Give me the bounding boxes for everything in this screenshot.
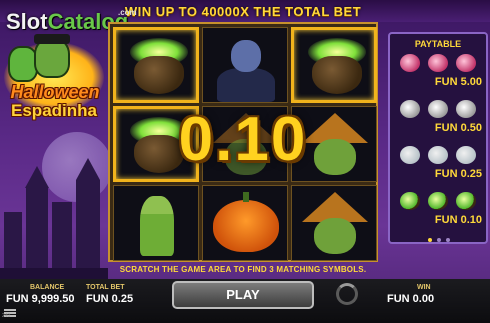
page-dot[interactable] [437, 238, 441, 242]
cauldron-icon [134, 56, 184, 94]
cauldron-icon [400, 192, 420, 210]
total-bet-label: TOTAL BET [86, 284, 125, 291]
page-dot[interactable] [446, 238, 450, 242]
cauldron-icon [456, 192, 476, 210]
win-label: WIN [417, 284, 431, 291]
play-button[interactable]: PLAY [172, 281, 314, 309]
watermark-slot: Slot [6, 9, 48, 34]
castle-icon [0, 158, 108, 280]
pink-creature-icon [428, 54, 448, 72]
balance-label: BALANCE [30, 284, 65, 291]
cauldron-icon [428, 192, 448, 210]
scratch-cell-witch[interactable] [291, 185, 377, 261]
paytable-value: FUN 0.25 [434, 168, 482, 180]
paytable-title: PAYTABLE [414, 39, 462, 49]
logo-title-line1: Halloween [10, 82, 100, 102]
candle-icon [400, 100, 420, 118]
cauldron-icon [312, 56, 362, 94]
game-id: 240 [2, 313, 11, 319]
bottom-bar: BALANCE FUN 9,999.50 TOTAL BET FUN 0.25 … [0, 279, 490, 323]
paytable-page-indicator[interactable] [428, 238, 452, 242]
prize-amount: 0.10 [178, 105, 308, 174]
balance-value: FUN 9,999.50 [6, 293, 75, 305]
paytable-row: FUN 0.50 [390, 98, 486, 144]
game-logo-art: Halloween Espadinha [0, 22, 108, 280]
paytable-row: FUN 0.25 [390, 144, 486, 190]
total-bet-value[interactable]: FUN 0.25 [86, 293, 133, 305]
pink-creature-icon [400, 54, 420, 72]
candle-icon [428, 100, 448, 118]
paytable-value: FUN 0.10 [434, 214, 482, 226]
ghost-icon [428, 146, 448, 164]
paytable-value: FUN 0.50 [434, 122, 482, 134]
candle-icon [456, 100, 476, 118]
logo-title-line2: Espadinha [11, 101, 97, 120]
vampire-cape-icon [217, 68, 275, 102]
ghost-icon [400, 146, 420, 164]
scratch-cell-skeleton[interactable] [113, 185, 199, 261]
scratch-cell-vampire[interactable] [202, 27, 288, 103]
watermark-suffix: .com [118, 8, 137, 17]
paytable-value: FUN 5.00 [434, 76, 482, 88]
frankenstein-character-icon [34, 34, 70, 78]
paytable-row: FUN 5.00 [390, 52, 486, 98]
paytable-row: FUN 0.10 [390, 190, 486, 236]
pumpkin-icon [213, 192, 279, 252]
win-value: FUN 0.00 [387, 293, 435, 305]
ghost-icon [456, 146, 476, 164]
scratch-cell-cauldron[interactable] [113, 27, 199, 103]
pink-creature-icon [456, 54, 476, 72]
autoplay-icon[interactable] [336, 283, 358, 305]
skeleton-icon [140, 196, 174, 256]
scratch-cell-pumpkin[interactable] [202, 185, 288, 261]
page-dot[interactable] [428, 238, 432, 242]
instruction-text: SCRATCH THE GAME AREA TO FIND 3 MATCHING… [119, 265, 367, 274]
paytable-panel[interactable]: PAYTABLE FUN 5.00 FUN 0.50 FUN 0.25 FUN … [388, 32, 488, 244]
vampire-icon [231, 40, 261, 72]
scratch-cell-cauldron[interactable] [291, 27, 377, 103]
witch-icon [314, 218, 356, 254]
